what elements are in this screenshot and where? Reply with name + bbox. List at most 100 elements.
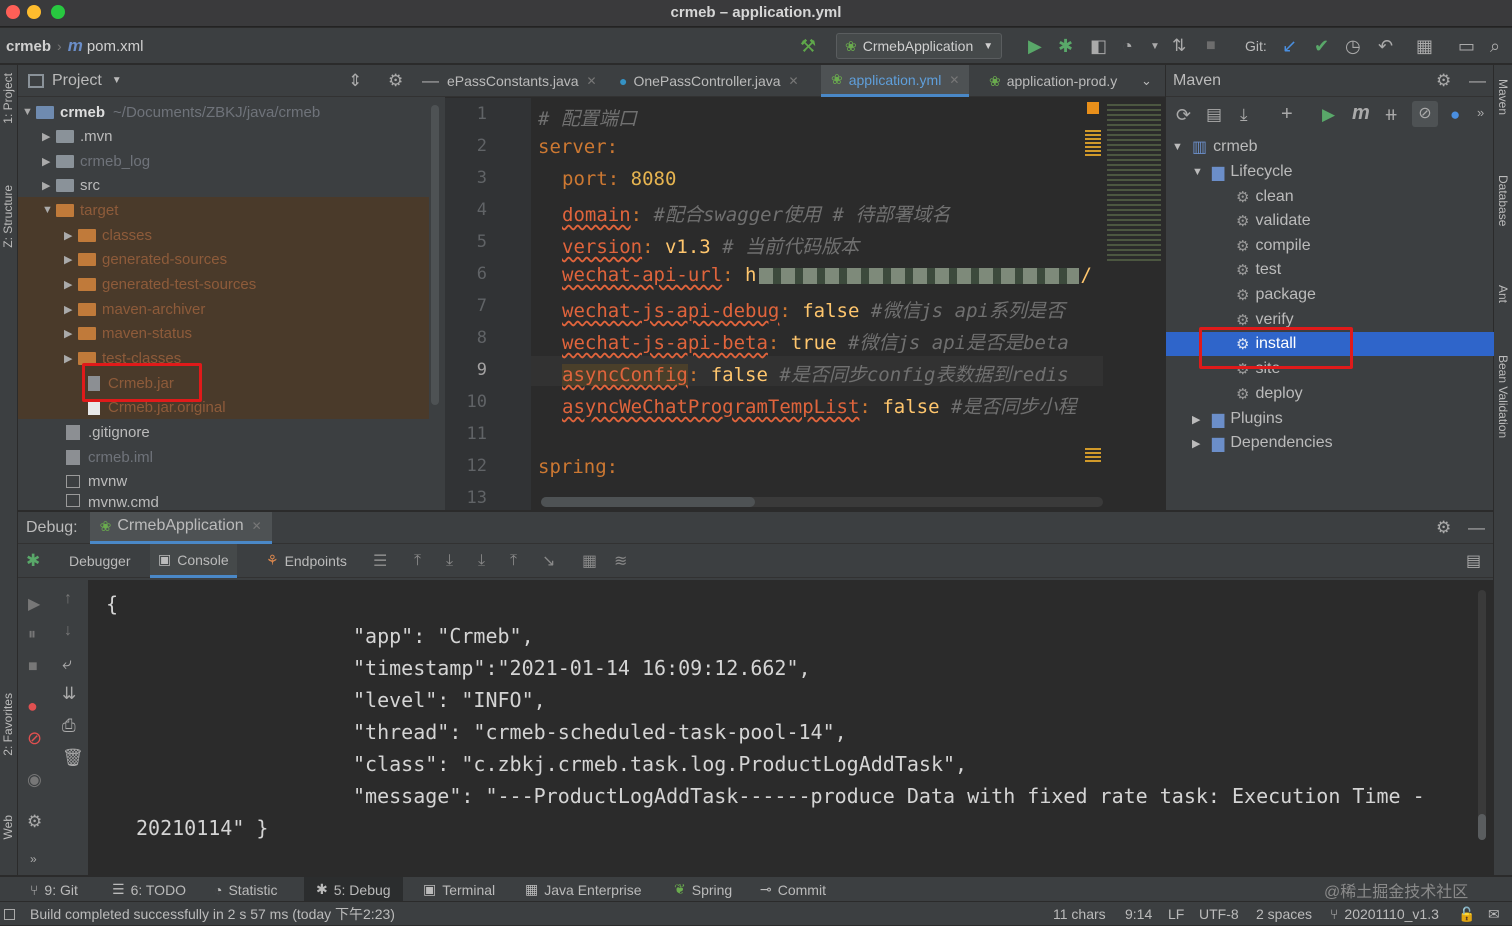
tab-endpoints[interactable]: ⚘ Endpoints (266, 544, 347, 578)
status-encoding[interactable]: UTF-8 (1199, 902, 1239, 926)
tree-item-classes[interactable]: ▶ classes (64, 223, 152, 247)
stop-icon[interactable]: ■ (1206, 28, 1216, 64)
tab-console[interactable]: ▣ Console (150, 544, 237, 578)
status-caret-position[interactable]: 9:14 (1125, 902, 1152, 926)
gear-icon[interactable]: ⚙ (27, 812, 42, 832)
gear-icon[interactable]: ⚙ (1436, 518, 1451, 538)
git-update-icon[interactable]: ↙ (1282, 28, 1297, 64)
statistic-tool-button[interactable]: ◔ Statistic (214, 877, 277, 902)
gear-icon[interactable]: ⚙ (1436, 71, 1451, 91)
tree-item-generated-test-sources[interactable]: ▶ generated-test-sources (64, 272, 256, 296)
maven-root[interactable]: ▼ ▥ crmeb (1172, 135, 1258, 159)
soft-wrap-icon[interactable]: ⤶ (62, 654, 72, 674)
java-enterprise-tool-button[interactable]: ▦ Java Enterprise (525, 877, 642, 902)
up-arrow-icon[interactable]: ↑ (64, 590, 72, 608)
print-icon[interactable]: ⎙ (62, 716, 76, 736)
tree-root[interactable]: ▼ crmeb ~/Documents/ZBKJ/java/crmeb (22, 100, 320, 124)
reload-icon[interactable]: ⟳ (1176, 105, 1191, 126)
git-history-icon[interactable]: ◷ (1345, 28, 1361, 64)
view-breakpoints-icon[interactable]: ● (27, 696, 38, 717)
ant-tool-button[interactable]: Ant (1496, 285, 1510, 303)
breadcrumb-file[interactable]: pom.xml (87, 38, 144, 55)
execute-goal-icon[interactable]: m (1352, 102, 1370, 125)
tab-overflow-chevron-icon[interactable]: ⌄ (1141, 65, 1152, 97)
tree-item-mvnw[interactable]: mvnw (66, 469, 127, 493)
tab-application-yml[interactable]: ❀ application.yml ✕ (821, 65, 970, 97)
maven-phase-clean[interactable]: ⚙ clean (1236, 185, 1294, 209)
add-icon[interactable]: + (1281, 103, 1293, 126)
profiler-icon[interactable]: ◔ (1122, 28, 1133, 64)
project-scrollbar[interactable] (431, 105, 439, 405)
debug-session-tab[interactable]: ❀ CrmebApplication ✕ (89, 511, 272, 544)
more-icon[interactable]: » (1477, 105, 1484, 120)
maven-tool-button[interactable]: Maven (1496, 79, 1510, 115)
layout-settings-icon[interactable]: ▤ (1466, 551, 1481, 571)
minimap[interactable] (1103, 98, 1165, 510)
tree-item-maven-archiver[interactable]: ▶ maven-archiver (64, 297, 205, 321)
skip-tests-icon[interactable]: ⊘ (1412, 101, 1438, 127)
git-commit-icon[interactable]: ✔ (1314, 28, 1329, 64)
tab-application-prod[interactable]: ❀ application-prod.y (989, 65, 1117, 97)
step-into-icon[interactable]: ⤓ (478, 552, 485, 570)
tree-item-mvnw-cmd[interactable]: mvnw.cmd (66, 494, 159, 510)
tree-item-crmeb-log[interactable]: ▶ crmeb_log (42, 149, 150, 173)
evaluate-expression-icon[interactable]: ▦ (582, 551, 597, 571)
pause-icon[interactable]: ⏸ (28, 626, 36, 644)
down-arrow-icon[interactable]: ↓ (64, 622, 72, 640)
terminal-tool-button[interactable]: ▣ Terminal (423, 877, 495, 902)
trash-icon[interactable]: 🗑 (62, 748, 84, 768)
step-over-icon[interactable]: ⤓ (446, 552, 453, 570)
maven-phase-compile[interactable]: ⚙ compile (1236, 234, 1311, 258)
tree-item-crmeb-iml[interactable]: crmeb.iml (66, 445, 153, 469)
show-execution-point-icon[interactable]: ⤒ (414, 552, 421, 570)
run-icon[interactable]: ▶ (1028, 28, 1042, 64)
toggle-offline-icon[interactable]: ⧺ (1384, 105, 1398, 125)
maven-phase-package[interactable]: ⚙ package (1236, 283, 1316, 307)
status-panel-toggle-icon[interactable] (4, 902, 15, 926)
download-icon[interactable]: ⤓ (1240, 105, 1248, 125)
favorites-tool-button[interactable]: 2: Favorites (1, 693, 15, 756)
breadcrumb-project[interactable]: crmeb (6, 38, 51, 55)
maven-plugins[interactable]: ▶ ▆ Plugins (1192, 407, 1283, 431)
console-output[interactable]: { "app": "Crmeb", "timestamp":"2021-01-1… (88, 580, 1493, 876)
coverage-icon[interactable]: ◧ (1090, 28, 1107, 64)
project-view-title[interactable]: Project (52, 72, 102, 90)
tab-epassconstants[interactable]: ePassConstants.java ✕ (447, 65, 597, 97)
rerun-debug-icon[interactable]: ✱ (26, 551, 40, 571)
web-tool-button[interactable]: Web (1, 815, 15, 839)
stop-icon[interactable]: ■ (28, 658, 38, 676)
run-icon[interactable]: ▶ (1322, 105, 1335, 125)
project-tool-button[interactable]: 1: Project (1, 73, 15, 124)
mute-breakpoints-icon[interactable]: ⊘ (27, 728, 42, 749)
step-out-icon[interactable]: ⤒ (510, 552, 517, 570)
project-structure-icon[interactable]: ▦ (1416, 28, 1433, 64)
structure-tool-button[interactable]: Z: Structure (1, 185, 15, 248)
tab-debugger[interactable]: Debugger (69, 553, 131, 569)
maven-lifecycle[interactable]: ▼ ▆ Lifecycle (1192, 160, 1293, 184)
spring-tool-button[interactable]: ❦ Spring (674, 877, 732, 902)
camera-icon[interactable]: ◉ (27, 770, 42, 790)
scroll-to-end-icon[interactable]: ⇊ (62, 684, 76, 704)
tree-item-gitignore[interactable]: .gitignore (66, 420, 150, 444)
gear-icon[interactable]: ⚙ (388, 71, 403, 91)
maven-dependencies[interactable]: ▶ ▆ Dependencies (1192, 431, 1333, 455)
commit-tool-button[interactable]: ⊸ Commit (760, 877, 826, 902)
tree-item-src[interactable]: ▶ src (42, 173, 100, 197)
hide-panel-icon[interactable]: — (422, 71, 439, 91)
bean-validation-tool-button[interactable]: Bean Validation (1496, 355, 1510, 438)
maven-phase-deploy[interactable]: ⚙ deploy (1236, 382, 1303, 406)
maven-phase-validate[interactable]: ⚙ validate (1236, 209, 1311, 233)
lock-icon[interactable]: 🔓 (1458, 902, 1475, 926)
collapse-all-icon[interactable]: ⇕ (348, 71, 362, 91)
add-project-icon[interactable]: ▤ (1206, 105, 1222, 125)
hide-panel-icon[interactable]: — (1469, 71, 1486, 91)
event-log-icon[interactable]: ✉ (1488, 902, 1500, 926)
tree-item-generated-sources[interactable]: ▶ generated-sources (64, 247, 227, 271)
code-editor[interactable]: 1 2 3 4 5 6 7 8 9 10 11 12 13 # 配置端口 ser… (445, 98, 1165, 510)
git-tool-button[interactable]: ⑂ 9: Git (30, 877, 78, 902)
resume-icon[interactable]: ▶ (28, 594, 40, 614)
todo-tool-button[interactable]: ☰ 6: TODO (112, 877, 186, 902)
status-indent[interactable]: 2 spaces (1256, 902, 1312, 926)
editor-horizontal-scrollbar[interactable] (541, 497, 1103, 507)
trace-stream-icon[interactable]: ≋ (614, 551, 627, 571)
